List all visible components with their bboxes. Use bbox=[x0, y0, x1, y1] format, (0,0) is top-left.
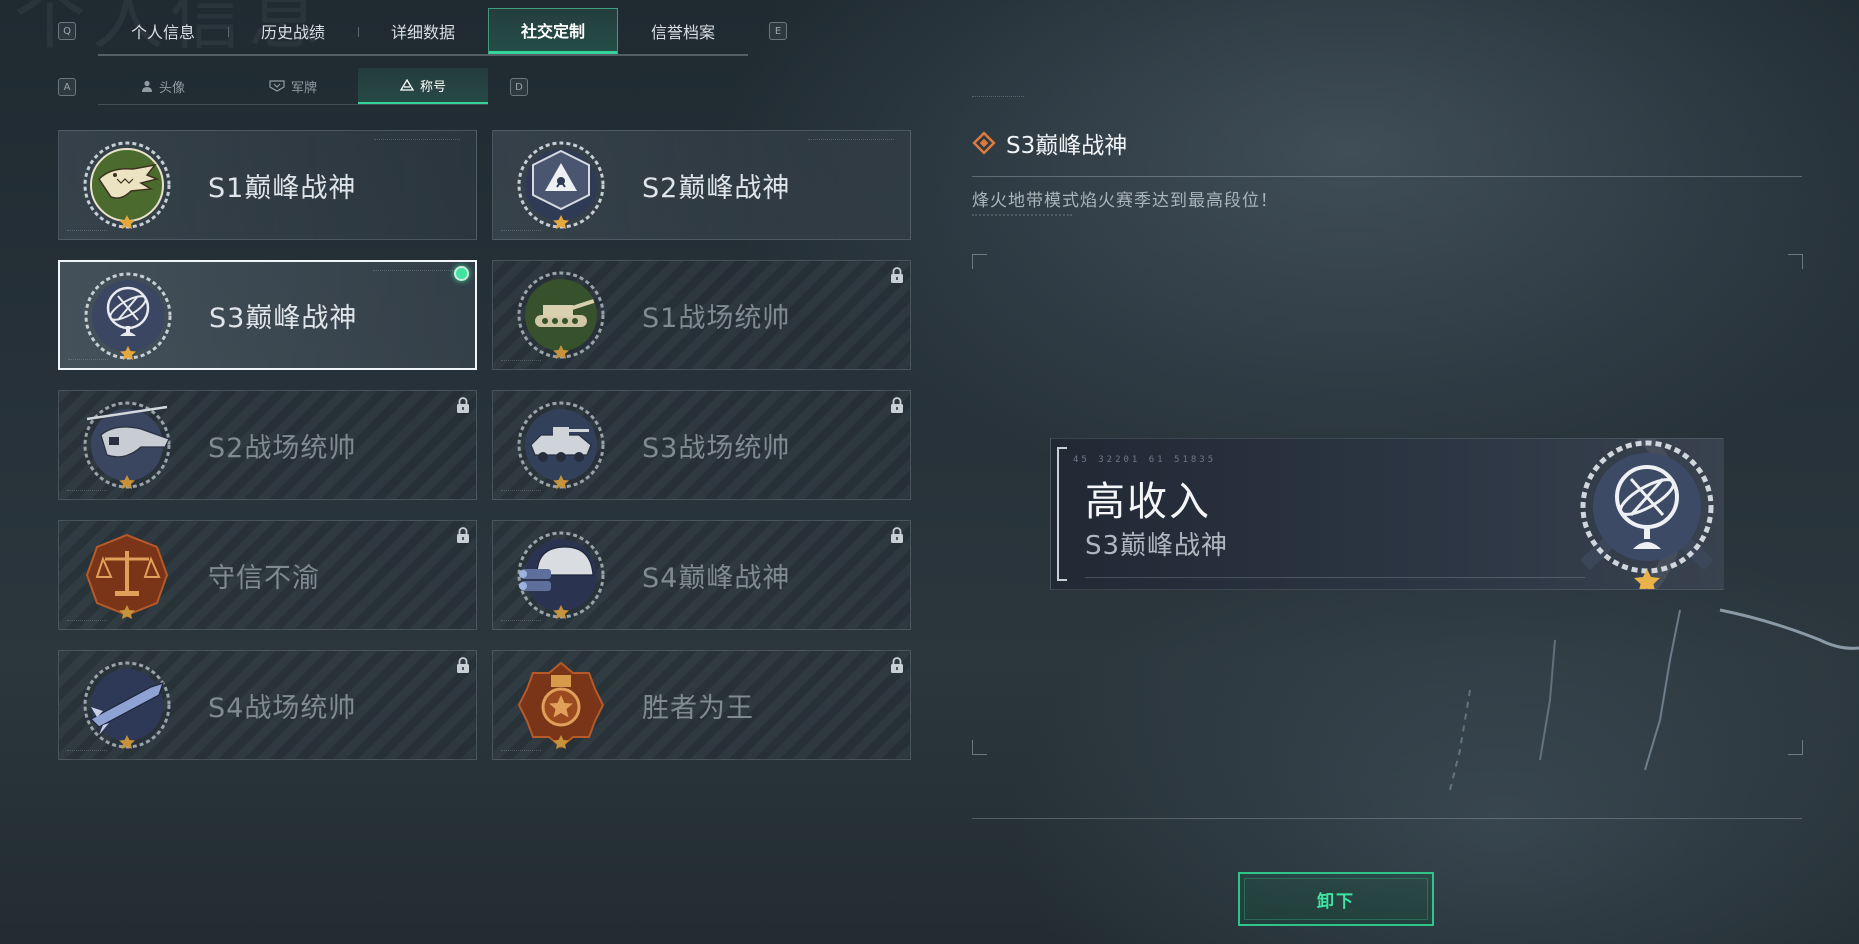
title-card-name: S2巅峰战神 bbox=[642, 172, 791, 204]
lock-icon bbox=[457, 397, 469, 413]
dog-tag-icon bbox=[269, 80, 285, 92]
subtab-avatar-label: 头像 bbox=[158, 80, 185, 96]
title-card-name: S1巅峰战神 bbox=[208, 172, 357, 204]
title-icon bbox=[399, 79, 414, 91]
preview-frame-corner bbox=[972, 740, 987, 755]
sub-tab-bar: 头像 军牌 称号 bbox=[98, 68, 488, 105]
title-card-selected[interactable]: S3巅峰战神 bbox=[58, 260, 477, 370]
title-grid: S1巅峰战神 S2巅峰战神 S3巅峰战神 S1战场统帅 S2战场统帅 S3战场统… bbox=[58, 130, 912, 760]
diamond-target-icon bbox=[972, 131, 996, 155]
subtab-title[interactable]: 称号 bbox=[358, 68, 488, 104]
lock-icon bbox=[457, 657, 469, 673]
tank-emblem-icon bbox=[517, 271, 605, 359]
tab-match-history[interactable]: 历史战绩 bbox=[228, 8, 358, 54]
preview-frame-corner bbox=[1788, 254, 1803, 269]
subtab-dog-tag-label: 军牌 bbox=[290, 80, 317, 96]
unequip-button[interactable]: 卸下 bbox=[1238, 872, 1434, 926]
preview-code-text: 45 32201 61 51835 bbox=[1073, 455, 1217, 465]
preview-main-title: 高收入 bbox=[1085, 479, 1211, 525]
title-card-locked[interactable]: S4战场统帅 bbox=[58, 650, 477, 760]
subtab-dog-tag[interactable]: 军牌 bbox=[228, 68, 358, 104]
crocodile-emblem-icon bbox=[83, 141, 171, 229]
title-card-locked[interactable]: 胜者为王 bbox=[492, 650, 911, 760]
hazard-triangle-emblem-icon bbox=[517, 141, 605, 229]
title-card-name: S4巅峰战神 bbox=[642, 562, 791, 594]
title-card-name: 守信不渝 bbox=[208, 562, 320, 594]
next-tab-key-hint[interactable]: E bbox=[769, 22, 787, 40]
title-card-locked[interactable]: S2战场统帅 bbox=[58, 390, 477, 500]
title-card-locked[interactable]: S3战场统帅 bbox=[492, 390, 911, 500]
prev-tab-key-hint[interactable]: Q bbox=[58, 22, 76, 40]
card-deco-line bbox=[373, 270, 459, 274]
helicopter-emblem-icon bbox=[83, 401, 171, 489]
title-card-name: S3战场统帅 bbox=[642, 432, 791, 464]
title-card-locked[interactable]: S1战场统帅 bbox=[492, 260, 911, 370]
card-deco-line bbox=[374, 139, 460, 143]
title-card-name: S2战场统帅 bbox=[208, 432, 357, 464]
title-card-name: S3巅峰战神 bbox=[209, 302, 358, 334]
preview-frame-corner bbox=[1788, 740, 1803, 755]
title-card-name: S1战场统帅 bbox=[642, 302, 791, 334]
preview-underline bbox=[1085, 577, 1585, 578]
detail-header: S3巅峰战神 bbox=[972, 126, 1127, 160]
detail-deco-line bbox=[972, 214, 1072, 220]
tab-detailed-stats[interactable]: 详细数据 bbox=[358, 8, 488, 54]
card-deco-line bbox=[808, 139, 894, 143]
title-card-locked[interactable]: 守信不渝 bbox=[58, 520, 477, 630]
equipped-indicator-dot bbox=[454, 266, 469, 281]
preview-bracket bbox=[1057, 447, 1067, 581]
night-vision-helmet-emblem-icon bbox=[517, 531, 605, 619]
armored-vehicle-emblem-icon bbox=[517, 401, 605, 489]
detail-description: 烽火地带模式焰火赛季达到最高段位！ bbox=[972, 191, 1278, 211]
tab-social-customization[interactable]: 社交定制 bbox=[488, 8, 618, 54]
nameplate-preview: 45 32201 61 51835 高收入 S3巅峰战神 bbox=[1050, 438, 1724, 590]
lock-icon bbox=[891, 657, 903, 673]
bottom-divider bbox=[972, 818, 1802, 819]
next-subtab-key-hint[interactable]: D bbox=[510, 78, 528, 96]
armillary-sphere-emblem-icon bbox=[1580, 439, 1714, 589]
lock-icon bbox=[891, 397, 903, 413]
title-card[interactable]: S1巅峰战神 bbox=[58, 130, 477, 240]
user-icon bbox=[141, 80, 152, 92]
lock-icon bbox=[457, 527, 469, 543]
title-card-name: S4战场统帅 bbox=[208, 692, 357, 724]
preview-frame-corner bbox=[972, 254, 987, 269]
missile-emblem-icon bbox=[83, 661, 171, 749]
subtab-avatar[interactable]: 头像 bbox=[98, 68, 228, 104]
prev-subtab-key-hint[interactable]: A bbox=[58, 78, 76, 96]
armillary-sphere-emblem-icon bbox=[84, 272, 172, 360]
tab-personal-info[interactable]: 个人信息 bbox=[98, 8, 228, 54]
title-card[interactable]: S2巅峰战神 bbox=[492, 130, 911, 240]
tab-credit-record[interactable]: 信誉档案 bbox=[618, 8, 748, 54]
star-medal-emblem-icon bbox=[517, 661, 605, 749]
detail-deco-line bbox=[972, 96, 1024, 101]
scales-emblem-icon bbox=[85, 533, 169, 619]
detail-title-text: S3巅峰战神 bbox=[1006, 133, 1128, 159]
lock-icon bbox=[891, 527, 903, 543]
top-tab-bar: 个人信息 历史战绩 详细数据 社交定制 信誉档案 bbox=[98, 8, 748, 56]
title-card-name: 胜者为王 bbox=[642, 692, 754, 724]
subtab-title-label: 称号 bbox=[419, 79, 446, 95]
preview-sub-title: S3巅峰战神 bbox=[1085, 531, 1229, 561]
lock-icon bbox=[891, 267, 903, 283]
title-card-locked[interactable]: S4巅峰战神 bbox=[492, 520, 911, 630]
detail-divider bbox=[972, 176, 1802, 177]
